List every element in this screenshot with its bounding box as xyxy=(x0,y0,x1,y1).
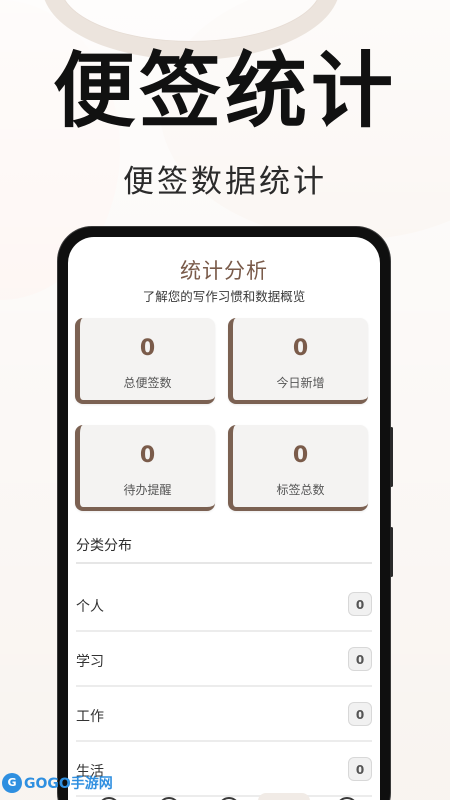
phone-side-button xyxy=(390,427,393,487)
stat-value: 0 xyxy=(139,336,156,361)
category-label: 工作 xyxy=(76,709,104,725)
promo-page: 便签统计 便签数据统计 统计分析 了解您的写作习惯和数据概览 0 总便签数 0 … xyxy=(0,0,450,800)
category-count-badge: 0 xyxy=(348,592,372,616)
category-label: 学习 xyxy=(76,654,104,670)
stat-value: 0 xyxy=(292,336,309,361)
page-subtitle: 了解您的写作习惯和数据概览 xyxy=(142,289,306,304)
app-screen: 统计分析 了解您的写作习惯和数据概览 0 总便签数 0 今日新增 0 待办提醒 … xyxy=(68,237,380,800)
stat-label: 今日新增 xyxy=(276,376,325,390)
category-row-work[interactable]: 工作 0 xyxy=(76,688,372,742)
promo-headline: 便签统计 xyxy=(52,44,397,139)
watermark-text: GOGO手游网 xyxy=(24,776,113,792)
stat-card-total-notes[interactable]: 0 总便签数 xyxy=(75,318,215,404)
watermark-globe-icon: G xyxy=(2,773,22,793)
category-count-badge: 0 xyxy=(348,757,372,781)
category-count-badge: 0 xyxy=(348,702,372,726)
category-section-title: 分类分布 xyxy=(76,538,132,554)
bottom-nav xyxy=(76,789,372,800)
promo-subline: 便签数据统计 xyxy=(123,164,327,200)
category-row-study[interactable]: 学习 0 xyxy=(76,633,372,687)
stat-value: 0 xyxy=(139,443,156,468)
category-row-personal[interactable]: 个人 0 xyxy=(76,578,372,632)
nav-tab-stats-icon[interactable] xyxy=(258,793,310,800)
stat-card-total-tags[interactable]: 0 标签总数 xyxy=(228,425,368,511)
stat-card-today-new[interactable]: 0 今日新增 xyxy=(228,318,368,404)
stat-card-pending-reminders[interactable]: 0 待办提醒 xyxy=(75,425,215,511)
category-count-badge: 0 xyxy=(348,647,372,671)
phone-side-button xyxy=(390,527,393,577)
section-divider xyxy=(76,562,372,564)
phone-frame: 统计分析 了解您的写作习惯和数据概览 0 总便签数 0 今日新增 0 待办提醒 … xyxy=(58,227,393,800)
stat-label: 标签总数 xyxy=(276,483,325,497)
stat-value: 0 xyxy=(292,443,309,468)
stat-label: 总便签数 xyxy=(123,376,172,390)
watermark-logo: G GOGO手游网 xyxy=(2,770,113,796)
category-label: 个人 xyxy=(76,599,104,615)
page-title: 统计分析 xyxy=(180,259,268,283)
stat-label: 待办提醒 xyxy=(123,483,172,497)
